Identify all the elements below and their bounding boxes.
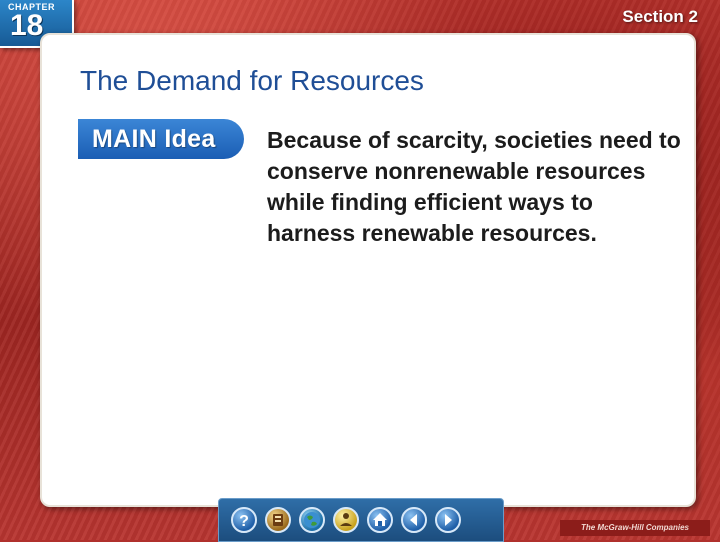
main-idea-text: Because of scarcity, societies need to c… — [267, 127, 681, 246]
resources-icon — [273, 514, 283, 526]
reader-button[interactable] — [333, 507, 359, 533]
back-button[interactable] — [401, 507, 427, 533]
home-button[interactable] — [367, 507, 393, 533]
forward-button[interactable] — [435, 507, 461, 533]
globe-icon — [304, 512, 320, 528]
help-icon: ? — [239, 513, 249, 530]
chapter-number: 18 — [10, 9, 44, 42]
svg-text:?: ? — [239, 513, 249, 530]
section-label: Section 2 — [622, 7, 698, 26]
publisher-logo: The McGraw-Hill Companies — [560, 520, 710, 536]
resources-button[interactable] — [265, 507, 291, 533]
back-icon — [410, 514, 417, 526]
content-panel: The Demand for Resources MAIN Idea Becau… — [40, 33, 696, 507]
page-title: The Demand for Resources — [80, 65, 424, 96]
globe-button[interactable] — [299, 507, 325, 533]
main-idea-badge: MAIN Idea — [78, 119, 244, 159]
reader-icon — [340, 513, 352, 526]
help-button[interactable]: ? — [231, 507, 257, 533]
home-icon — [373, 513, 387, 526]
forward-icon — [445, 514, 452, 526]
navigation-bar: ? — [218, 498, 504, 542]
